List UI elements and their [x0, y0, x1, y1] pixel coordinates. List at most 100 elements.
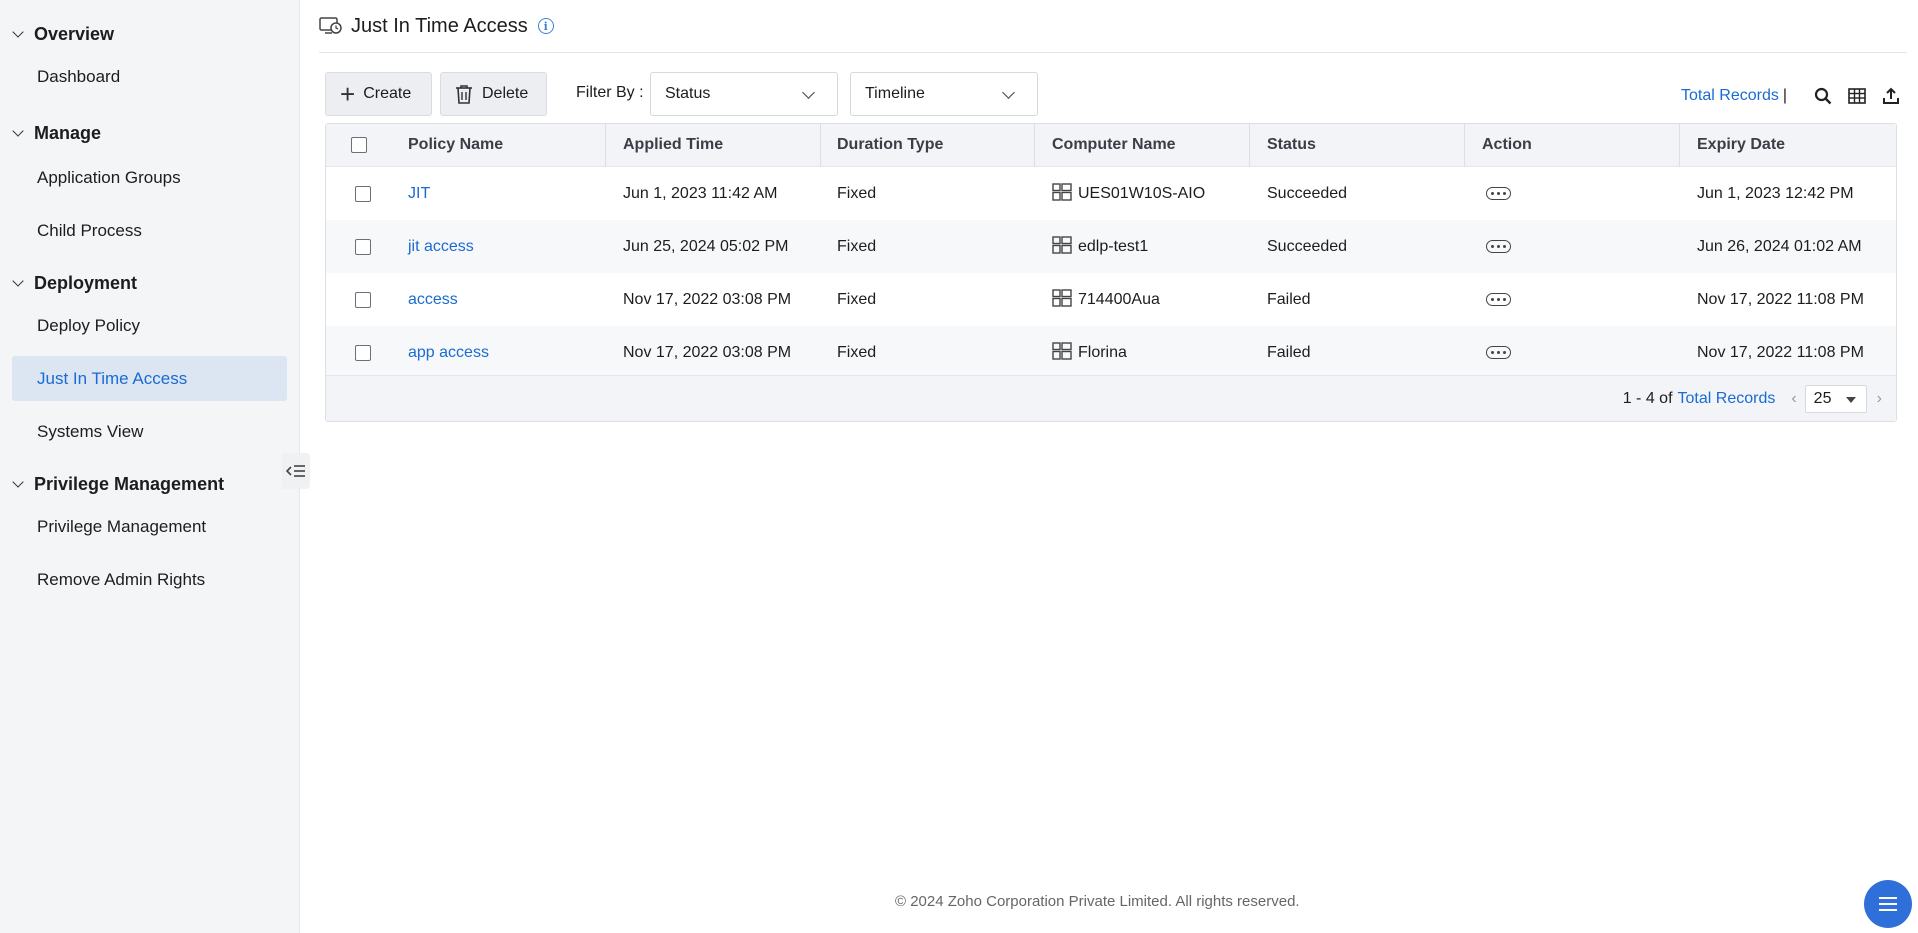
policy-name-link[interactable]: access — [408, 273, 458, 326]
section-title: Privilege Management — [34, 473, 225, 494]
section-title: Manage — [34, 122, 102, 143]
computer-name: UES01W10S-AIO — [1052, 167, 1205, 220]
expiry-date: Jun 26, 2024 01:02 AM — [1697, 238, 1862, 255]
jit-access-icon — [319, 17, 342, 34]
status-select-value: Status — [665, 85, 711, 102]
status-value: Succeeded — [1267, 238, 1348, 255]
search-button[interactable] — [1813, 86, 1833, 106]
computer-name-text: edlp-test1 — [1078, 238, 1149, 255]
chevron-down-icon — [12, 274, 24, 287]
windows-icon — [1052, 289, 1072, 307]
trash-icon — [456, 85, 472, 104]
toolbar: + Create Delete Filter By : Status Timel… — [325, 72, 1907, 116]
chevron-down-icon — [802, 86, 815, 99]
column-header-policy-name[interactable]: Policy Name — [408, 124, 503, 167]
policy-name-link[interactable]: jit access — [408, 220, 474, 273]
column-header-status[interactable]: Status — [1267, 124, 1316, 167]
create-button[interactable]: + Create — [325, 72, 432, 116]
total-records-link[interactable]: Total Records — [1678, 390, 1776, 408]
table-row: JIT Jun 1, 2023 11:42 AM Fixed UES01W10S… — [326, 167, 1896, 220]
chevron-down-icon — [12, 475, 24, 488]
pagination: 1 - 4 of Total Records ‹ 25 › — [1623, 385, 1884, 413]
applied-time: Nov 17, 2022 03:08 PM — [623, 344, 792, 361]
sidebar-item-child-process[interactable]: Child Process — [12, 208, 287, 253]
chevron-down-icon — [12, 124, 24, 137]
windows-icon — [1052, 183, 1072, 201]
more-options-icon[interactable] — [1486, 240, 1511, 253]
sidebar-item-privilege-management[interactable]: Privilege Management — [12, 504, 287, 549]
expiry-date: Nov 17, 2022 11:08 PM — [1697, 291, 1864, 308]
section-toggle-manage[interactable]: Manage — [0, 121, 299, 145]
windows-icon — [1052, 236, 1072, 254]
per-page-select[interactable]: 25 — [1804, 385, 1867, 413]
computer-name-text: Florina — [1078, 344, 1127, 361]
column-header-duration-type[interactable]: Duration Type — [837, 124, 943, 167]
next-page-button[interactable]: › — [1877, 390, 1882, 408]
table-header: Policy Name Applied Time Duration Type C… — [326, 124, 1896, 167]
applied-time: Jun 1, 2023 11:42 AM — [623, 185, 778, 202]
delete-button[interactable]: Delete — [440, 72, 547, 116]
windows-icon — [1052, 342, 1072, 360]
section-title: Deployment — [34, 272, 138, 293]
sidebar-item-dashboard[interactable]: Dashboard — [12, 54, 287, 99]
menu-fab-button[interactable] — [1864, 880, 1912, 928]
computer-name: Florina — [1052, 326, 1127, 379]
table-row: access Nov 17, 2022 03:08 PM Fixed 71440… — [326, 273, 1896, 326]
table-footer: 1 - 4 of Total Records ‹ 25 › — [326, 375, 1896, 421]
previous-page-button[interactable]: ‹ — [1791, 390, 1796, 408]
sidebar-section-privilege-management: Privilege Management Privilege Managemen… — [0, 472, 299, 602]
section-toggle-privilege-management[interactable]: Privilege Management — [0, 472, 299, 496]
section-toggle-overview[interactable]: Overview — [0, 22, 299, 46]
column-header-computer-name[interactable]: Computer Name — [1052, 124, 1176, 167]
more-options-icon[interactable] — [1486, 187, 1511, 200]
page-title: Just In Time Access — [351, 14, 528, 37]
computer-name: edlp-test1 — [1052, 220, 1148, 273]
status-filter-select[interactable]: Status — [650, 72, 838, 116]
sidebar-item-systems-view[interactable]: Systems View — [12, 409, 287, 454]
policy-name-link[interactable]: JIT — [408, 167, 430, 220]
caret-down-icon — [1845, 397, 1856, 403]
section-toggle-deployment[interactable]: Deployment — [0, 271, 299, 295]
applied-time: Jun 25, 2024 05:02 PM — [623, 238, 789, 255]
search-icon — [1814, 87, 1832, 105]
column-divider — [1679, 124, 1680, 167]
export-icon — [1883, 87, 1899, 104]
computer-name: 714400Aua — [1052, 273, 1160, 326]
status-value: Failed — [1267, 344, 1311, 361]
computer-name-text: UES01W10S-AIO — [1078, 185, 1206, 202]
sidebar-section-manage: Manage Application Groups Child Process — [0, 121, 299, 253]
info-icon[interactable]: i — [537, 18, 554, 34]
main-content: Just In Time Access i + Create Delete Fi… — [301, 0, 1918, 933]
sidebar-item-deploy-policy[interactable]: Deploy Policy — [12, 303, 287, 348]
column-divider — [1464, 124, 1465, 167]
more-options-icon[interactable] — [1486, 346, 1511, 359]
column-header-action: Action — [1482, 136, 1532, 153]
chevron-down-icon — [12, 25, 24, 38]
toolbar-right: Total Records | — [1681, 86, 1901, 106]
menu-icon — [1879, 897, 1897, 911]
expiry-date: Nov 17, 2022 11:08 PM — [1697, 344, 1864, 361]
sidebar-item-just-in-time-access[interactable]: Just In Time Access — [12, 356, 287, 401]
total-records-link[interactable]: Total Records — [1681, 87, 1779, 105]
row-checkbox[interactable] — [355, 186, 371, 202]
plus-icon: + — [340, 79, 356, 109]
row-checkbox[interactable] — [355, 345, 371, 361]
policy-name-link[interactable]: app access — [408, 326, 489, 379]
timeline-filter-select[interactable]: Timeline — [850, 72, 1038, 116]
column-divider — [605, 124, 606, 167]
column-header-applied-time[interactable]: Applied Time — [623, 124, 723, 167]
select-all-checkbox[interactable] — [351, 137, 367, 153]
row-checkbox[interactable] — [355, 292, 371, 308]
more-options-icon[interactable] — [1486, 293, 1511, 306]
jit-access-table: Policy Name Applied Time Duration Type C… — [325, 123, 1897, 422]
column-header-expiry-date[interactable]: Expiry Date — [1697, 124, 1785, 167]
sidebar-section-deployment: Deployment Deploy Policy Just In Time Ac… — [0, 271, 299, 454]
sidebar-item-remove-admin-rights[interactable]: Remove Admin Rights — [12, 557, 287, 602]
column-chooser-button[interactable] — [1847, 86, 1867, 106]
row-checkbox[interactable] — [355, 239, 371, 255]
delete-label: Delete — [482, 85, 529, 102]
status-value: Succeeded — [1267, 185, 1348, 202]
columns-icon — [1848, 88, 1866, 104]
export-button[interactable] — [1881, 86, 1901, 106]
sidebar-item-application-groups[interactable]: Application Groups — [12, 155, 287, 200]
